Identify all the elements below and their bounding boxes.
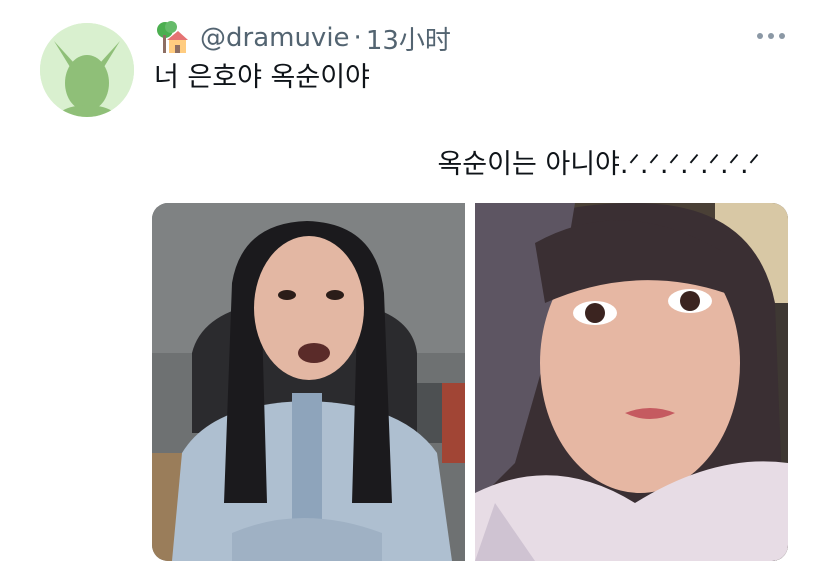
user-handle[interactable]: @dramuvie bbox=[200, 23, 350, 53]
default-avatar-icon bbox=[40, 23, 134, 117]
photo-right[interactable] bbox=[475, 203, 788, 561]
person-photo-left bbox=[152, 203, 465, 561]
house-with-garden-icon bbox=[154, 21, 188, 55]
timestamp[interactable]: 13小时 bbox=[366, 20, 451, 57]
tweet-header: @dramuvie · 13小时 bbox=[154, 18, 451, 58]
tweet-text-line2: 옥순이는 아니야.ᐟ.ᐟ.ᐟ.ᐟ.ᐟ.ᐟ.ᐟ bbox=[437, 149, 760, 180]
more-horizontal-icon[interactable] bbox=[754, 28, 788, 44]
separator: · bbox=[353, 23, 362, 53]
avatar[interactable] bbox=[40, 23, 134, 117]
photo-left[interactable] bbox=[152, 203, 465, 561]
person-photo-right bbox=[475, 203, 788, 561]
tweet-text-line1: 너 은호야 옥순이야 bbox=[154, 62, 370, 93]
tweet-media[interactable] bbox=[152, 203, 788, 561]
